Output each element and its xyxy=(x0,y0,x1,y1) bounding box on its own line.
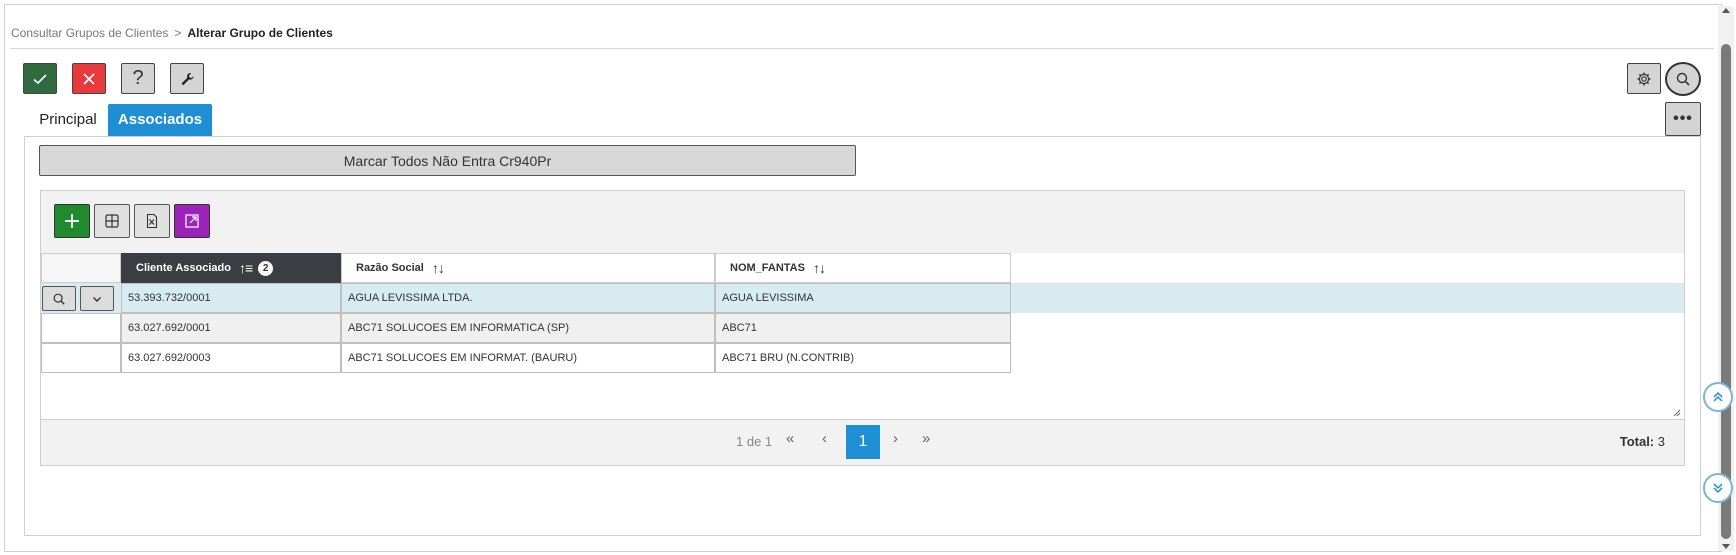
breadcrumb-separator: > xyxy=(174,26,182,40)
cell-cliente-associado: 63.027.692/0003 xyxy=(121,343,341,373)
double-chevron-up-icon xyxy=(1713,391,1723,402)
double-chevron-down-icon xyxy=(1713,483,1723,494)
tab-associados[interactable]: Associados xyxy=(108,104,212,136)
total-label: Total: xyxy=(1619,434,1655,449)
help-button[interactable]: ? xyxy=(121,63,155,94)
cell-cliente-associado: 53.393.732/0001 xyxy=(121,283,341,313)
chevron-down-icon xyxy=(93,296,101,302)
mark-all-button[interactable]: Marcar Todos Não Entra Cr940Pr xyxy=(39,145,856,176)
column-header-nom-fantas[interactable]: NOM_FANTAS ↑↓ xyxy=(715,253,1011,283)
resize-grip-icon[interactable] xyxy=(1673,409,1681,417)
row-actions-cell xyxy=(41,283,121,313)
sort-order-badge: 2 xyxy=(258,260,274,276)
row-actions-header xyxy=(41,253,121,283)
row-menu-button[interactable] xyxy=(80,286,114,311)
tab-principal[interactable]: Principal xyxy=(36,104,100,136)
search-icon xyxy=(1676,72,1690,86)
scroll-to-top-button[interactable] xyxy=(1703,382,1733,412)
cell-razao-social: ABC71 SOLUCOES EM INFORMAT. (BAURU) xyxy=(341,343,715,373)
search-icon xyxy=(53,293,65,305)
check-icon xyxy=(33,73,47,84)
table-row[interactable]: 63.027.692/0001 ABC71 SOLUCOES EM INFORM… xyxy=(41,313,1011,343)
sort-icon[interactable]: ↑↓ xyxy=(813,260,826,276)
page-info: 1 de 1 xyxy=(736,434,773,449)
next-page-icon[interactable]: › xyxy=(893,430,898,447)
page-number-current[interactable]: 1 xyxy=(846,425,880,459)
more-options-button[interactable]: ••• xyxy=(1665,102,1701,136)
total-count: Total: 3 xyxy=(1620,434,1665,449)
add-row-button[interactable] xyxy=(54,204,90,238)
sort-icon[interactable]: ↑↓ xyxy=(432,260,445,276)
scroll-to-bottom-button[interactable] xyxy=(1703,473,1733,503)
tools-button[interactable] xyxy=(170,63,204,94)
expand-grid-button[interactable] xyxy=(174,204,210,238)
column-header-razao-social[interactable]: Razão Social ↑↓ xyxy=(341,253,715,283)
header-divider xyxy=(10,48,1714,49)
table-grid-icon xyxy=(105,214,119,228)
cell-razao-social: ABC71 SOLUCOES EM INFORMATICA (SP) xyxy=(341,313,715,343)
breadcrumb-parent-link[interactable]: Consultar Grupos de Clientes xyxy=(11,26,168,40)
gear-icon xyxy=(1637,72,1651,85)
question-icon: ? xyxy=(132,67,144,89)
column-header-label: Cliente Associado xyxy=(136,262,231,274)
breadcrumb-current: Alterar Grupo de Clientes xyxy=(187,26,333,40)
cell-razao-social: AGUA LEVISSIMA LTDA. xyxy=(341,283,715,313)
export-excel-button[interactable] xyxy=(134,204,170,238)
cell-nom-fantas: ABC71 xyxy=(715,313,1011,343)
row-actions-cell xyxy=(41,343,121,373)
columns-button[interactable] xyxy=(94,204,130,238)
column-header-cliente-associado[interactable]: Cliente Associado ↑≡ 2 xyxy=(121,253,341,283)
search-button[interactable] xyxy=(1665,62,1701,96)
expand-icon xyxy=(185,214,199,228)
view-row-button[interactable] xyxy=(42,286,76,311)
close-icon xyxy=(83,72,95,85)
total-value: 3 xyxy=(1657,434,1665,449)
plus-icon xyxy=(65,214,79,228)
settings-button[interactable] xyxy=(1627,63,1661,94)
associated-clients-grid: Cliente Associado ↑≡ 2 Razão Social ↑↓ N… xyxy=(40,190,1685,466)
cancel-button[interactable] xyxy=(72,63,106,94)
last-page-icon[interactable]: » xyxy=(922,430,930,447)
sort-ascending-icon[interactable]: ↑≡ xyxy=(239,260,253,276)
pagination-bar: 1 de 1 « ‹ 1 › » Total: 3 xyxy=(41,419,1684,465)
scroll-thumb[interactable] xyxy=(1721,44,1731,539)
first-page-icon[interactable]: « xyxy=(786,430,794,447)
previous-page-icon[interactable]: ‹ xyxy=(822,430,827,447)
column-header-label: NOM_FANTAS xyxy=(730,262,805,274)
vertical-scrollbar[interactable] xyxy=(1718,6,1734,551)
cell-nom-fantas: ABC71 BRU (N.CONTRIB) xyxy=(715,343,1011,373)
excel-file-icon xyxy=(146,213,158,229)
cell-cliente-associado: 63.027.692/0001 xyxy=(121,313,341,343)
row-actions-cell xyxy=(41,313,121,343)
breadcrumb: Consultar Grupos de Clientes > Alterar Gru… xyxy=(11,26,333,40)
scroll-up-arrow-icon[interactable] xyxy=(1722,8,1730,13)
table-row[interactable]: 53.393.732/0001 AGUA LEVISSIMA LTDA. AGU… xyxy=(41,283,1684,313)
cell-nom-fantas: AGUA LEVISSIMA xyxy=(715,283,1011,313)
column-header-label: Razão Social xyxy=(356,262,424,274)
table-row[interactable]: 63.027.692/0003 ABC71 SOLUCOES EM INFORM… xyxy=(41,343,1011,373)
grid-toolbar xyxy=(41,191,1684,253)
confirm-button[interactable] xyxy=(23,63,57,94)
scroll-down-arrow-icon[interactable] xyxy=(1722,544,1730,549)
ellipsis-icon: ••• xyxy=(1673,110,1693,127)
wrench-icon xyxy=(181,72,194,85)
